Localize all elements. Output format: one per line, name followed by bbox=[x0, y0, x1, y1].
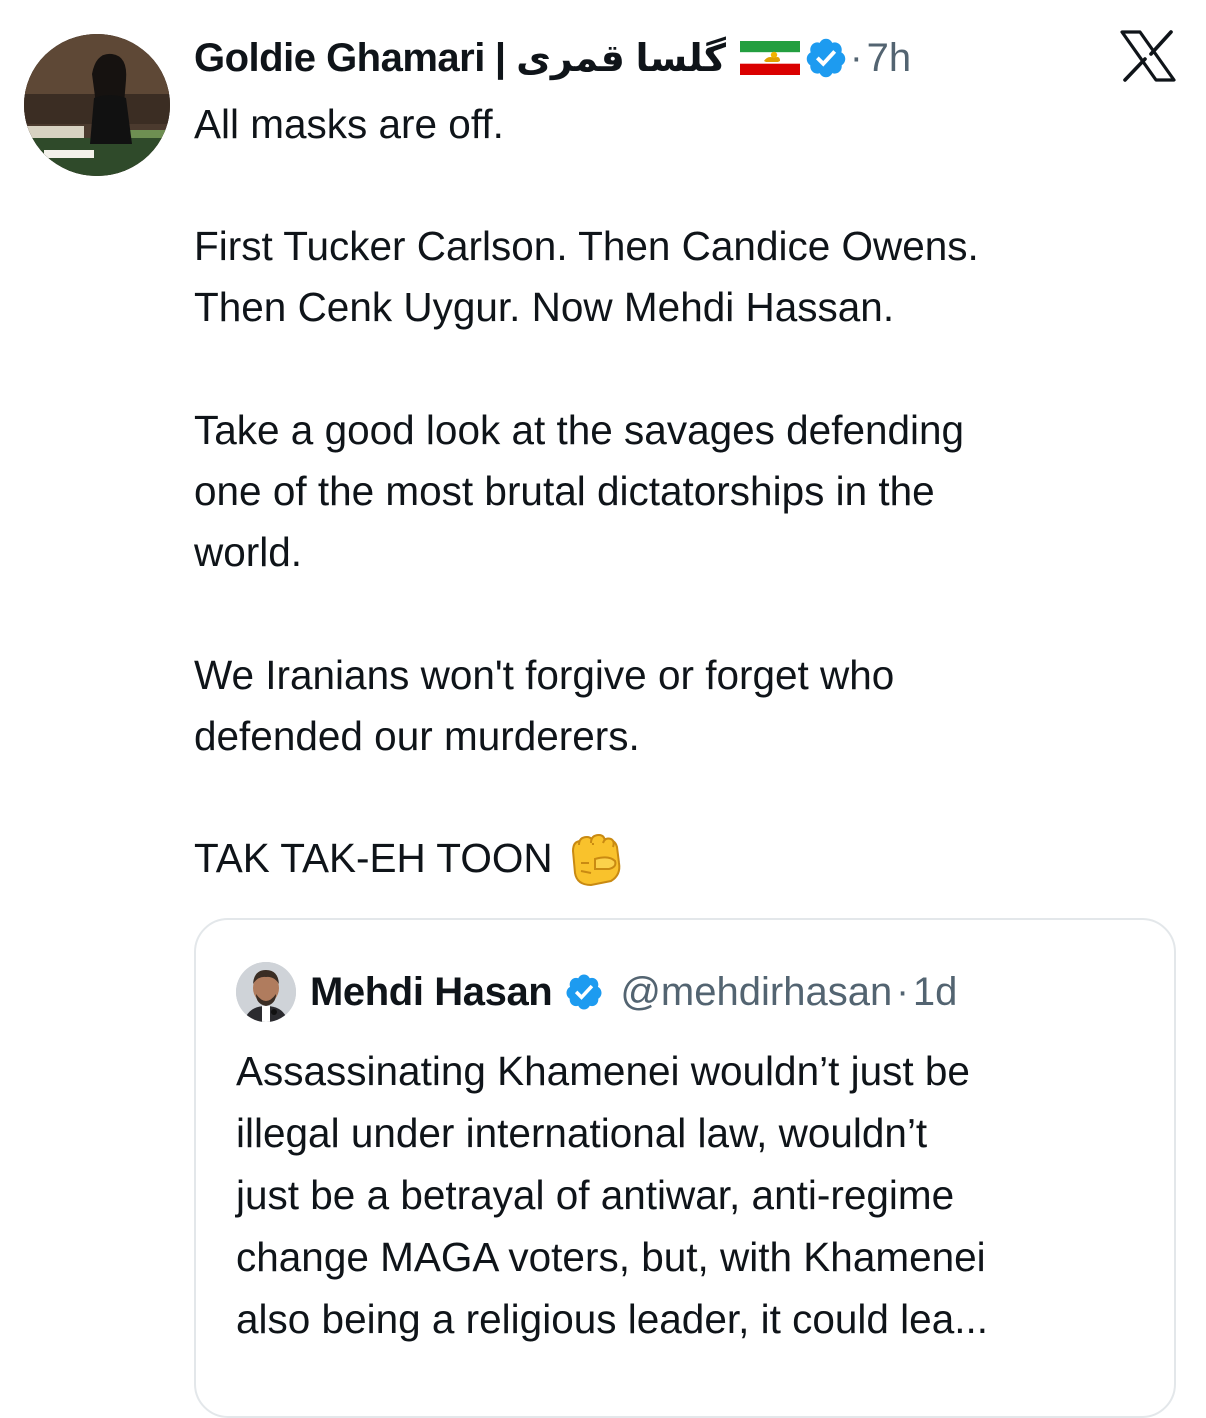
author-name-farsi[interactable]: گلسا قمری bbox=[516, 36, 726, 81]
tweet-header: Goldie Ghamari | گلسا قمری · 7h bbox=[194, 30, 911, 86]
quoted-author-name[interactable]: Mehdi Hasan bbox=[310, 970, 553, 1015]
x-logo-icon[interactable] bbox=[1120, 30, 1176, 82]
name-separator: | bbox=[494, 35, 507, 80]
quoted-author-handle[interactable]: @mehdirhasan bbox=[620, 970, 892, 1015]
quoted-tweet-timestamp[interactable]: 1d bbox=[913, 970, 958, 1015]
tweet-paragraph: We Iranians won't forgive or forget who … bbox=[194, 652, 895, 759]
tweet-paragraph: Take a good look at the savages defendin… bbox=[194, 407, 965, 575]
iran-lion-and-sun-flag-icon bbox=[740, 41, 800, 75]
tweet-paragraph: First Tucker Carlson. Then Candice Owens… bbox=[194, 223, 979, 330]
avatar-photo bbox=[24, 34, 170, 176]
quoted-tweet-text: Assassinating Khamenei wouldn’t just be … bbox=[236, 1040, 1156, 1350]
quoted-tweet-body: Assassinating Khamenei wouldn’t just be … bbox=[236, 1048, 988, 1342]
verified-badge-icon[interactable] bbox=[564, 972, 604, 1012]
quoted-tweet-card[interactable]: Mehdi Hasan @mehdirhasan · 1d Assassinat… bbox=[194, 918, 1176, 1418]
tweet-paragraph-with-emoji: TAK TAK-EH TOON bbox=[194, 828, 625, 889]
quoted-time-separator: · bbox=[896, 970, 909, 1013]
quoted-tweet-header: Mehdi Hasan @mehdirhasan · 1d bbox=[310, 962, 957, 1022]
quoted-author-avatar[interactable] bbox=[236, 962, 296, 1022]
quoted-avatar-photo bbox=[236, 962, 296, 1022]
time-separator: · bbox=[850, 36, 863, 79]
verified-badge-icon[interactable] bbox=[804, 36, 848, 80]
tweet-paragraph: TAK TAK-EH TOON bbox=[194, 835, 553, 881]
author-avatar[interactable] bbox=[24, 34, 170, 176]
tweet-paragraph: All masks are off. bbox=[194, 101, 504, 147]
backhand-index-pointing-fist-icon bbox=[571, 833, 620, 886]
author-name[interactable]: Goldie Ghamari bbox=[194, 36, 485, 81]
tweet-timestamp[interactable]: 7h bbox=[867, 36, 912, 81]
